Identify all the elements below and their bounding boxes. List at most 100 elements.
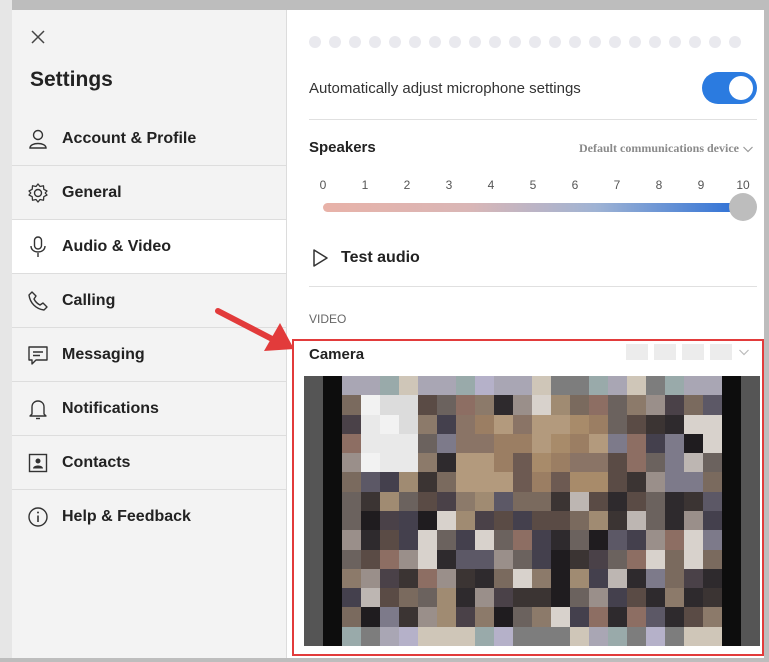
preview-pixel — [589, 376, 608, 396]
preview-pixel — [551, 472, 570, 492]
mic-level-dot — [529, 36, 541, 48]
preview-pixel — [437, 472, 456, 492]
auto-adjust-mic-toggle[interactable] — [702, 72, 757, 104]
mic-level-indicator — [309, 36, 741, 48]
preview-pixel — [570, 395, 589, 415]
mic-level-dot — [589, 36, 601, 48]
preview-pixel — [627, 472, 646, 492]
preview-pixel — [399, 414, 418, 434]
page-title: Settings — [30, 68, 113, 91]
preview-pixel — [665, 433, 684, 454]
preview-pixel — [513, 453, 532, 473]
speaker-volume-thumb[interactable] — [729, 193, 757, 221]
preview-pixel — [684, 511, 703, 531]
volume-tick-label: 0 — [319, 178, 327, 192]
preview-pixel — [703, 376, 722, 396]
preview-pixel — [361, 530, 380, 550]
sidebar-item-help-feedback[interactable]: Help & Feedback — [12, 490, 286, 544]
preview-pixel — [551, 433, 570, 454]
preview-pixel — [551, 491, 570, 511]
preview-pixel — [323, 414, 342, 434]
preview-pixel — [437, 395, 456, 415]
preview-pixel — [608, 607, 627, 627]
divider — [309, 119, 757, 120]
preview-pixel — [608, 453, 627, 473]
preview-pixel — [456, 607, 475, 627]
preview-pixel — [456, 414, 475, 434]
mic-level-dot — [389, 36, 401, 48]
preview-pixel — [304, 511, 323, 531]
preview-pixel — [646, 588, 665, 608]
preview-pixel — [722, 568, 741, 589]
preview-pixel — [437, 414, 456, 434]
preview-pixel — [589, 433, 608, 454]
sidebar-item-contacts[interactable]: Contacts — [12, 436, 286, 490]
camera-device-select[interactable] — [626, 344, 750, 360]
preview-pixel — [722, 453, 741, 473]
preview-pixel — [323, 491, 342, 511]
preview-pixel — [475, 491, 494, 511]
preview-pixel — [342, 626, 361, 646]
sidebar-item-general[interactable]: General — [12, 166, 286, 220]
preview-pixel — [361, 433, 380, 454]
preview-pixel — [703, 568, 722, 589]
preview-pixel — [475, 607, 494, 627]
test-audio-button[interactable]: Test audio — [311, 248, 420, 268]
preview-pixel — [399, 626, 418, 646]
sidebar-item-label: Calling — [62, 291, 116, 309]
preview-pixel — [532, 607, 551, 627]
sidebar-item-notifications[interactable]: Notifications — [12, 382, 286, 436]
preview-pixel — [323, 376, 342, 396]
preview-pixel — [494, 607, 513, 627]
mic-level-dot — [449, 36, 461, 48]
sidebar-item-audio-video[interactable]: Audio & Video — [12, 220, 286, 274]
preview-pixel — [361, 511, 380, 531]
preview-pixel — [532, 491, 551, 511]
preview-pixel — [684, 568, 703, 589]
sidebar-item-calling[interactable]: Calling — [12, 274, 286, 328]
sidebar-item-account-profile[interactable]: Account & Profile — [12, 112, 286, 166]
preview-pixel — [665, 453, 684, 473]
preview-pixel — [570, 607, 589, 627]
preview-pixel — [437, 511, 456, 531]
preview-pixel — [570, 530, 589, 550]
preview-pixel — [665, 472, 684, 492]
preview-pixel — [532, 472, 551, 492]
preview-pixel — [418, 511, 437, 531]
microphone-icon — [26, 235, 50, 259]
volume-tick-label: 1 — [361, 178, 369, 192]
preview-pixel — [589, 395, 608, 415]
preview-pixel — [551, 549, 570, 569]
close-button[interactable] — [28, 27, 48, 47]
preview-pixel — [608, 626, 627, 646]
preview-pixel — [532, 395, 551, 415]
preview-pixel — [646, 626, 665, 646]
gear-icon — [26, 181, 50, 205]
preview-pixel — [741, 491, 760, 511]
preview-pixel — [342, 395, 361, 415]
speaker-volume-slider[interactable] — [323, 203, 743, 212]
preview-pixel — [684, 453, 703, 473]
preview-pixel — [513, 530, 532, 550]
preview-pixel — [456, 549, 475, 569]
preview-pixel — [665, 395, 684, 415]
window-frame-left — [0, 0, 12, 662]
preview-pixel — [456, 433, 475, 454]
preview-pixel — [494, 414, 513, 434]
preview-pixel — [304, 607, 323, 627]
preview-pixel — [589, 414, 608, 434]
preview-pixel — [551, 453, 570, 473]
preview-pixel — [532, 433, 551, 454]
redacted-device-name — [654, 344, 676, 360]
preview-pixel — [608, 588, 627, 608]
sidebar-item-label: Help & Feedback — [62, 508, 191, 525]
preview-pixel — [456, 626, 475, 646]
preview-pixel — [342, 414, 361, 434]
sidebar-item-label: Notifications — [62, 399, 159, 417]
preview-pixel — [475, 549, 494, 569]
preview-pixel — [665, 607, 684, 627]
volume-tick-label: 8 — [655, 178, 663, 192]
speakers-device-select[interactable]: Default communications device — [579, 141, 754, 156]
sidebar-item-messaging[interactable]: Messaging — [12, 328, 286, 382]
preview-pixel — [418, 376, 437, 396]
